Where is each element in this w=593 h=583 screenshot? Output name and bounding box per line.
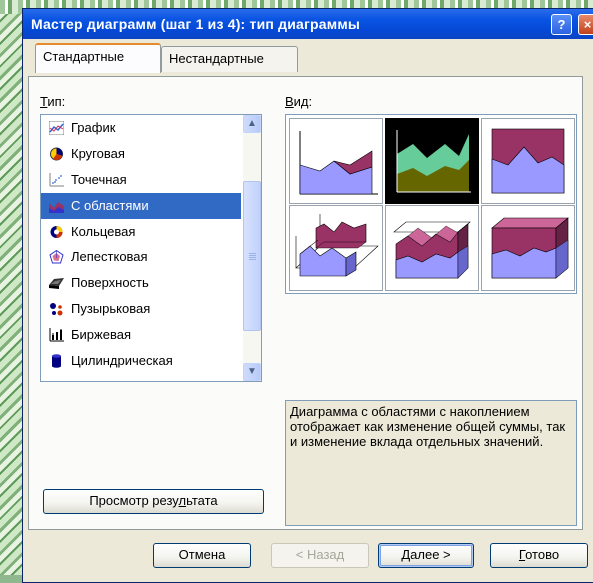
3d-100-percent-stacked-area-subtype-icon [491, 217, 569, 279]
type-label: Тип: [40, 94, 66, 109]
list-item-cylinder[interactable]: Цилиндрическая [41, 348, 241, 374]
scroll-up-icon[interactable]: ▲ [243, 115, 261, 133]
surface-chart-icon [49, 278, 64, 290]
scroll-down-icon[interactable]: ▼ [243, 363, 261, 381]
list-item-line[interactable]: График [41, 115, 241, 141]
preview-button[interactable]: Просмотр результата [43, 489, 264, 514]
list-item-surface[interactable]: Поверхность [41, 270, 241, 296]
subtype-3d-area[interactable] [289, 205, 383, 291]
subtype-area[interactable] [289, 118, 383, 204]
100-percent-stacked-area-subtype-icon [491, 128, 565, 194]
list-item-area[interactable]: С областями [41, 192, 241, 219]
bubble-chart-icon [50, 303, 63, 316]
subtype-3d-100-stacked-area[interactable] [481, 205, 575, 291]
title-bar[interactable]: Мастер диаграмм (шаг 1 из 4): тип диагра… [23, 9, 593, 39]
list-item-doughnut[interactable]: Кольцевая [41, 219, 241, 245]
view-label: Вид: [285, 94, 313, 109]
dialog-title: Мастер диаграмм (шаг 1 из 4): тип диагра… [31, 16, 361, 32]
finish-button[interactable]: Готово [490, 543, 588, 568]
subtype-stacked-area[interactable] [385, 118, 479, 204]
stacked-area-subtype-icon [387, 120, 477, 202]
area-chart-icon [49, 201, 64, 213]
help-button[interactable]: ? [551, 14, 572, 35]
close-button[interactable]: × [578, 14, 593, 35]
line-chart-icon [49, 121, 64, 135]
pie-chart-icon [50, 147, 63, 161]
scatter-chart-icon [49, 172, 64, 187]
cancel-button[interactable]: Отмена [153, 543, 251, 568]
radar-chart-icon [49, 250, 64, 264]
chart-description: Диаграмма с областями с накоплением отоб… [285, 400, 577, 526]
doughnut-chart-icon [50, 225, 63, 238]
list-scrollbar[interactable]: ▲ ▼ [243, 115, 261, 381]
chart-type-list[interactable]: График Круговая Точечная С областями Кол… [40, 114, 262, 382]
scroll-thumb[interactable] [243, 181, 261, 331]
list-item-scatter[interactable]: Точечная [41, 167, 241, 193]
3d-stacked-area-subtype-icon [393, 221, 471, 279]
subtype-100-stacked-area[interactable] [481, 118, 575, 204]
cylinder-chart-icon [52, 354, 61, 368]
area-subtype-icon [299, 131, 378, 195]
back-button[interactable]: < Назад [271, 543, 369, 568]
chart-subtype-gallery [285, 114, 577, 294]
stock-chart-icon [49, 328, 64, 342]
list-item-radar[interactable]: Лепестковая [41, 244, 241, 270]
tab-custom[interactable]: Нестандартные [161, 46, 298, 72]
tab-standard[interactable]: Стандартные [35, 43, 161, 73]
next-button[interactable]: Далее > [378, 543, 474, 568]
list-item-bubble[interactable]: Пузырьковая [41, 296, 241, 322]
3d-area-subtype-icon [295, 214, 379, 277]
list-item-stock[interactable]: Биржевая [41, 322, 241, 348]
subtype-3d-stacked-area[interactable] [385, 205, 479, 291]
list-item-pie[interactable]: Круговая [41, 141, 241, 167]
